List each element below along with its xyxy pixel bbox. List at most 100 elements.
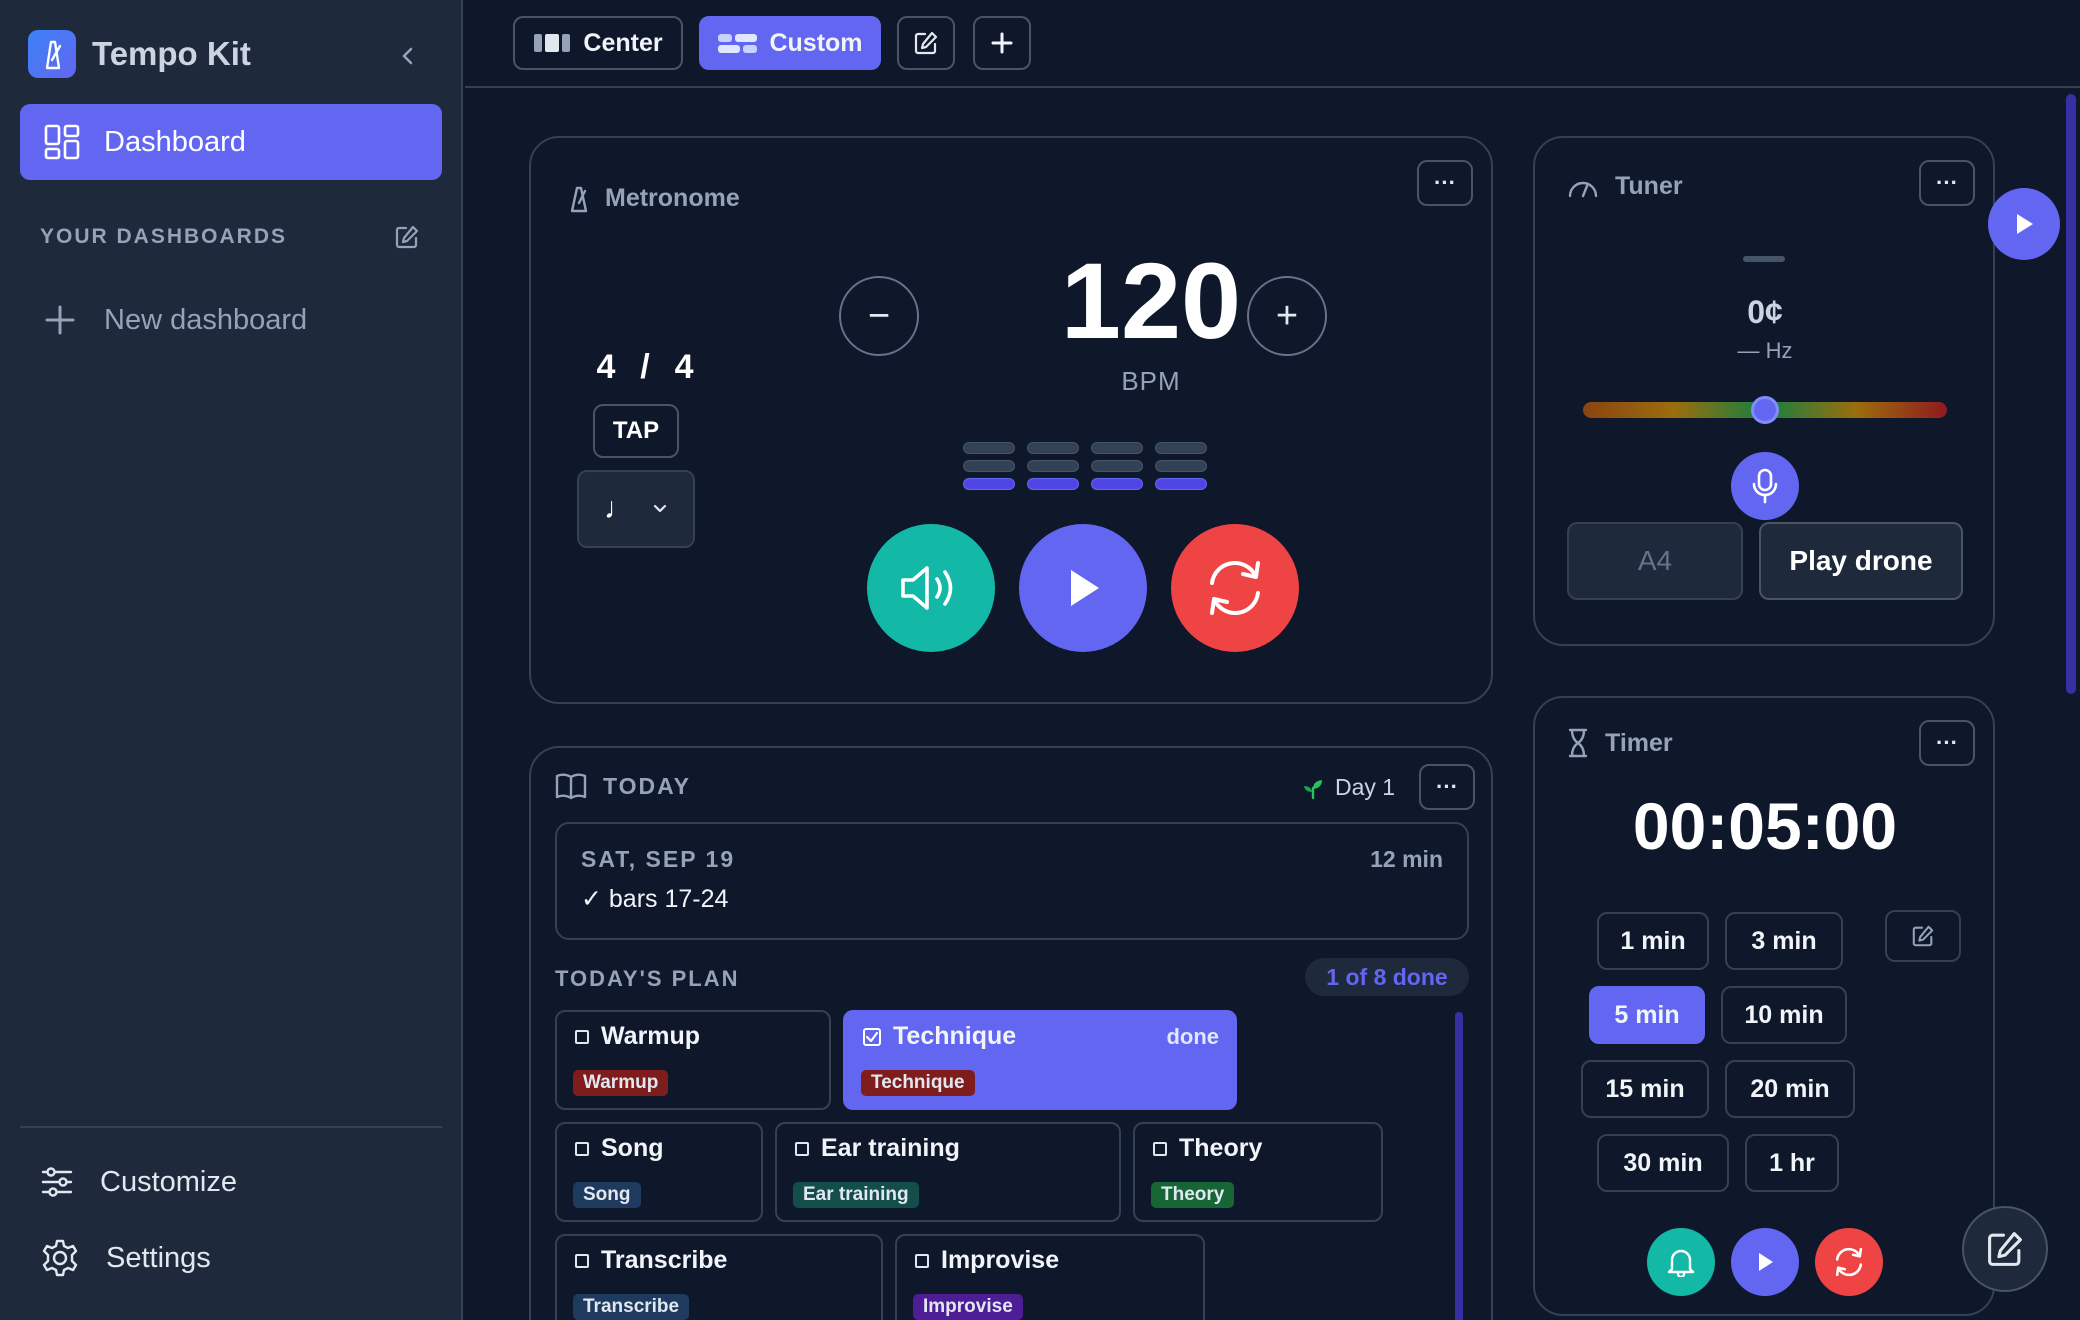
layout-center-button[interactable]: Center <box>513 16 683 70</box>
play-metronome-button[interactable] <box>1019 524 1147 652</box>
note-value-select[interactable]: ♩ <box>577 470 695 548</box>
task-name: Theory <box>1153 1134 1262 1163</box>
preset-3-min[interactable]: 3 min <box>1725 912 1843 970</box>
session-date: SAT, SEP 19 <box>581 846 736 872</box>
task-label: Improvise <box>941 1246 1060 1274</box>
speaker-icon <box>899 562 963 614</box>
edit-icon <box>1911 924 1935 948</box>
play-icon <box>1754 1250 1776 1274</box>
metronome-card: Metronome ··· 4 / 4 TAP ♩ − 120 BPM + <box>529 136 1493 704</box>
timer-title-label: Timer <box>1605 728 1673 757</box>
preset-5-min[interactable]: 5 min <box>1589 986 1705 1044</box>
page-scrollbar[interactable] <box>2066 94 2076 694</box>
preset-15-min[interactable]: 15 min <box>1581 1060 1709 1118</box>
increase-bpm-button[interactable]: + <box>1247 276 1327 356</box>
floating-edit-button[interactable] <box>1962 1206 2048 1292</box>
brand: Tempo Kit <box>28 30 251 78</box>
today-card: TODAY Day 1 ··· SAT, SEP 19 12 min ✓ bar… <box>529 746 1493 1320</box>
sound-toggle-button[interactable] <box>867 524 995 652</box>
microphone-button[interactable] <box>1731 452 1799 520</box>
checked-checkbox-icon[interactable] <box>863 1027 881 1046</box>
timer-reset-button[interactable] <box>1815 1228 1883 1296</box>
checkbox-icon[interactable] <box>575 1141 589 1156</box>
beat-indicator-3[interactable] <box>1091 442 1143 496</box>
preset-1-min[interactable]: 1 min <box>1597 912 1709 970</box>
task-ear-training[interactable]: Ear training Ear training <box>775 1122 1121 1222</box>
task-label: Song <box>601 1134 664 1162</box>
reset-metronome-button[interactable] <box>1171 524 1299 652</box>
metronome-menu-button[interactable]: ··· <box>1417 160 1473 206</box>
preset-1-hr[interactable]: 1 hr <box>1745 1134 1839 1192</box>
beat-indicator-4[interactable] <box>1155 442 1207 496</box>
edit-icon <box>1985 1229 2025 1269</box>
checkbox-icon[interactable] <box>915 1253 929 1268</box>
task-tag: Technique <box>861 1070 975 1096</box>
bell-icon <box>1667 1247 1695 1277</box>
refresh-icon <box>1202 557 1268 619</box>
timer-start-button[interactable] <box>1731 1228 1799 1296</box>
dashboard-icon <box>44 124 80 160</box>
task-label: Technique <box>893 1022 1017 1050</box>
plus-icon <box>990 31 1014 55</box>
preset-20-min[interactable]: 20 min <box>1725 1060 1855 1118</box>
task-warmup[interactable]: Warmup Warmup <box>555 1010 831 1110</box>
session-summary[interactable]: SAT, SEP 19 12 min ✓ bars 17-24 <box>555 822 1469 940</box>
timer-menu-button[interactable]: ··· <box>1919 720 1975 766</box>
preset-30-min[interactable]: 30 min <box>1597 1134 1729 1192</box>
today-menu-button[interactable]: ··· <box>1419 764 1475 810</box>
gauge-icon <box>1567 176 1599 198</box>
tuner-menu-button[interactable]: ··· <box>1919 160 1975 206</box>
time-signature[interactable]: 4 / 4 <box>581 348 711 387</box>
task-tag: Theory <box>1151 1182 1235 1208</box>
timer-alarm-button[interactable] <box>1647 1228 1715 1296</box>
sliders-icon <box>40 1165 74 1199</box>
edit-layout-button[interactable] <box>897 16 955 70</box>
tuner-frequency: — Hz <box>1737 338 1793 363</box>
tuner-card: Tuner ··· 0¢ — Hz A4 Play drone <box>1533 136 1995 646</box>
metronome-icon <box>569 185 589 213</box>
today-heading: TODAY <box>555 772 691 800</box>
task-song[interactable]: Song Song <box>555 1122 763 1222</box>
task-tag: Improvise <box>913 1294 1023 1320</box>
layout-custom-label: Custom <box>769 28 863 57</box>
chevron-down-icon <box>652 501 668 517</box>
settings-button[interactable]: Settings <box>40 1236 211 1280</box>
checkbox-icon[interactable] <box>795 1141 809 1156</box>
task-technique[interactable]: Technique done Technique <box>843 1010 1237 1110</box>
top-toolbar: Center Custom <box>465 0 2080 88</box>
task-name: Technique <box>863 1022 1016 1051</box>
play-drone-button[interactable]: Play drone <box>1759 522 1963 600</box>
new-dashboard-button[interactable]: New dashboard <box>44 300 307 340</box>
task-label: Theory <box>1179 1134 1263 1162</box>
preset-10-min[interactable]: 10 min <box>1721 986 1847 1044</box>
beat-indicator-1[interactable] <box>963 442 1015 496</box>
task-tag: Warmup <box>573 1070 669 1096</box>
checkbox-icon[interactable] <box>575 1253 589 1268</box>
layout-custom-button[interactable]: Custom <box>699 16 881 70</box>
customize-button[interactable]: Customize <box>40 1160 237 1204</box>
edit-presets-button[interactable] <box>1885 910 1961 962</box>
floating-play-button[interactable] <box>1988 188 2060 260</box>
sidebar: Tempo Kit Dashboard YOUR DASHBOARDS New … <box>0 0 463 1320</box>
today-title: TODAY <box>603 772 691 799</box>
collapse-sidebar-icon[interactable] <box>392 40 424 72</box>
checkbox-icon[interactable] <box>1153 1141 1167 1156</box>
checkbox-icon[interactable] <box>575 1029 589 1044</box>
metronome-title-label: Metronome <box>605 184 740 212</box>
nav-dashboard[interactable]: Dashboard <box>20 104 442 180</box>
edit-dashboards-icon[interactable] <box>394 224 422 252</box>
task-theory[interactable]: Theory Theory <box>1133 1122 1383 1222</box>
beat-indicator-2[interactable] <box>1027 442 1079 496</box>
tuner-title: Tuner <box>1567 172 1683 201</box>
note-placeholder <box>1743 256 1785 262</box>
play-icon <box>2011 210 2037 238</box>
reference-pitch-input[interactable]: A4 <box>1567 522 1743 600</box>
add-widget-button[interactable] <box>973 16 1031 70</box>
gear-icon <box>40 1238 80 1278</box>
nav-dashboard-label: Dashboard <box>104 125 246 158</box>
decrease-bpm-button[interactable]: − <box>839 276 919 356</box>
task-transcribe[interactable]: Transcribe Transcribe <box>555 1234 883 1320</box>
plan-scrollbar[interactable] <box>1455 1012 1463 1320</box>
task-improvise[interactable]: Improvise Improvise <box>895 1234 1205 1320</box>
tap-tempo-button[interactable]: TAP <box>593 404 679 458</box>
